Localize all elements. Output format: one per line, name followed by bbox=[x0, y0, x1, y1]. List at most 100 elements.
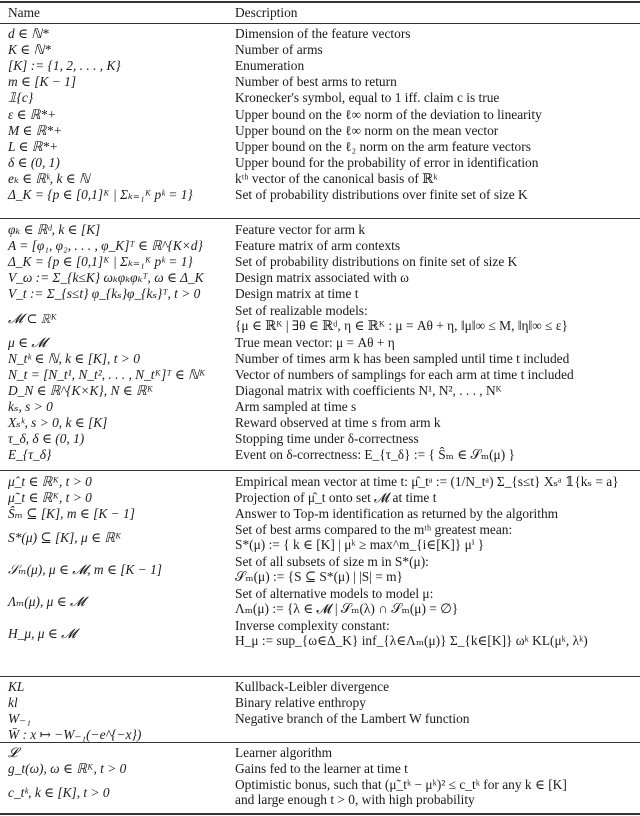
table-row: Λₘ(μ), μ ∈ 𝓜 Set of alternative models to… bbox=[0, 586, 640, 616]
table-row: 𝒮ₘ(μ), μ ∈ 𝓜, m ∈ [K − 1] Set of all subs… bbox=[0, 554, 640, 584]
table-row: W₋₁ Negative branch of the Lambert W func… bbox=[0, 711, 640, 727]
symbol-description: Learner algorithm bbox=[235, 745, 333, 760]
symbol-name: 𝟙{c} bbox=[8, 90, 34, 106]
table-row: eₖ ∈ ℝᵏ, k ∈ ℕ kᵗʰ vector of the canonica… bbox=[0, 171, 640, 187]
symbol-name: 𝓛 bbox=[8, 745, 18, 760]
symbol-name: H_μ, μ ∈ 𝓜 bbox=[8, 626, 77, 642]
symbol-description: Negative branch of the Lambert W functio… bbox=[235, 711, 470, 727]
table-row: ε ∈ ℝ*+ Upper bound on the ℓ∞ norm of the… bbox=[0, 107, 640, 123]
table-row: V_t := Σ_{s≤t} φ_{kₛ}φ_{kₛ}ᵀ, t > 0 Desig… bbox=[0, 286, 640, 302]
symbol-description-formula: and large enough t > 0, with high probab… bbox=[235, 792, 475, 808]
table-row: c_tᵏ, k ∈ [K], t > 0 Optimistic bonus, su… bbox=[0, 777, 640, 807]
symbol-name: τ_δ, δ ∈ (0, 1) bbox=[8, 431, 85, 447]
table-row: D_N ∈ ℝ^{K×K}, N ∈ ℝᴷ Diagonal matrix wit… bbox=[0, 383, 640, 399]
symbol-description: Number of arms bbox=[235, 42, 323, 58]
symbol-name: δ ∈ (0, 1) bbox=[8, 154, 60, 170]
symbol-description: Kronecker's symbol, equal to 1 iff. clai… bbox=[235, 90, 500, 106]
symbol-description: Set of best arms compared to the mᵗʰ gre… bbox=[235, 522, 513, 538]
symbol-description-formula: H_μ := sup_{ω∈Δ_K} inf_{λ∈Λₘ(μ)} Σ_{k∈[K… bbox=[235, 633, 588, 649]
symbol-name: c_tᵏ, k ∈ [K], t > 0 bbox=[8, 785, 110, 801]
symbol-description: Vector of numbers of samplings for each … bbox=[235, 366, 574, 382]
symbol-description: Answer to Top-m identification as return… bbox=[235, 506, 559, 522]
symbol-description: Feature vector for arm k bbox=[235, 222, 366, 237]
symbol-name: Ŝₘ ⊆ [K], m ∈ [K − 1] bbox=[8, 506, 135, 522]
symbol-description: Stopping time under δ-correctness bbox=[235, 431, 419, 447]
symbol-description: Reward observed at time s from arm k bbox=[235, 415, 441, 430]
symbol-name: μ̃_t ∈ ℝᴷ, t > 0 bbox=[8, 490, 92, 506]
symbol-description-formula: Λₘ(μ) := {λ ∈ 𝓜 | 𝒮ₘ(λ) ∩ 𝒮ₘ(μ) = ∅} bbox=[235, 601, 459, 617]
table-row: A = [φ₁, φ₂, . . . , φ_K]ᵀ ∈ ℝ^{K×d} Feat… bbox=[0, 238, 640, 254]
symbol-name: E_{τ_δ} bbox=[8, 447, 52, 463]
header-rule bbox=[0, 23, 640, 24]
symbol-description: Upper bound on the ℓ∞ norm on the mean v… bbox=[235, 122, 499, 138]
table-row: L ∈ ℝ*+ Upper bound on the ℓ₂ norm on the… bbox=[0, 139, 640, 155]
symbol-description: Set of probability distributions on fini… bbox=[235, 254, 518, 270]
section-rule bbox=[0, 742, 640, 743]
table-row: W̄ : x ↦ −W₋₁(−e^{−x}) bbox=[0, 727, 640, 743]
symbol-description: Gains fed to the learner at time t bbox=[235, 761, 408, 777]
symbol-name: V_t := Σ_{s≤t} φ_{kₛ}φ_{kₛ}ᵀ, t > 0 bbox=[8, 286, 201, 302]
table-row: K ∈ ℕ* Number of arms bbox=[0, 42, 640, 58]
table-row: E_{τ_δ} Event on δ-correctness: E_{τ_δ} :… bbox=[0, 447, 640, 463]
table-row: τ_δ, δ ∈ (0, 1) Stopping time under δ-cor… bbox=[0, 431, 640, 447]
symbol-description: Upper bound for the probability of error… bbox=[235, 154, 539, 170]
bottom-rule bbox=[0, 813, 640, 815]
table-row: N_t = [N_t¹, N_t², . . . , N_tᴷ]ᵀ ∈ ℕᴷ Ve… bbox=[0, 367, 640, 383]
table-row: μ̃_t ∈ ℝᴷ, t > 0 Projection of μ̂_t onto … bbox=[0, 490, 640, 506]
symbol-description: Design matrix associated with ω bbox=[235, 270, 409, 286]
table-row: N_tᵏ ∈ ℕ, k ∈ [K], t > 0 Number of times … bbox=[0, 351, 640, 367]
table-row: 𝓜 ⊂ ℝᴷ Set of realizable models: {μ ∈ ℝᴷ |… bbox=[0, 303, 640, 333]
table-row: 𝟙{c} Kronecker's symbol, equal to 1 iff. … bbox=[0, 90, 640, 106]
symbol-name: L ∈ ℝ*+ bbox=[8, 138, 59, 154]
symbol-name: eₖ ∈ ℝᵏ, k ∈ ℕ bbox=[8, 170, 90, 186]
table-row: d ∈ ℕ* Dimension of the feature vectors bbox=[0, 26, 640, 42]
symbol-name: S*(μ) ⊆ [K], μ ∈ ℝᴷ bbox=[8, 530, 122, 546]
symbol-name: φₖ ∈ ℝᵈ, k ∈ [K] bbox=[8, 222, 101, 237]
symbol-description: Set of alternative models to model μ: bbox=[235, 586, 434, 602]
symbol-description: Inverse complexity constant: bbox=[235, 618, 390, 634]
symbol-description: Event on δ-correctness: E_{τ_δ} := { Ŝₘ … bbox=[235, 447, 515, 463]
symbol-name: V_ω := Σ_{k≤K} ωₖφₖφₖᵀ, ω ∈ Δ_K bbox=[8, 270, 204, 286]
symbol-description-formula: {μ ∈ ℝᴷ | ∃θ ∈ ℝᵈ, η ∈ ℝᴷ : μ = Aθ + η, … bbox=[235, 317, 568, 333]
symbol-description: Dimension of the feature vectors bbox=[235, 26, 411, 41]
symbol-description: Design matrix at time t bbox=[235, 286, 359, 302]
table-row: Ŝₘ ⊆ [K], m ∈ [K − 1] Answer to Top-m ide… bbox=[0, 506, 640, 522]
symbol-name: A = [φ₁, φ₂, . . . , φ_K]ᵀ ∈ ℝ^{K×d} bbox=[8, 238, 203, 254]
symbol-name: Λₘ(μ), μ ∈ 𝓜 bbox=[8, 594, 85, 610]
symbol-name: N_t = [N_t¹, N_t², . . . , N_tᴷ]ᵀ ∈ ℕᴷ bbox=[8, 366, 206, 382]
section-rule bbox=[0, 470, 640, 471]
symbol-description: Set of all subsets of size m in S*(μ): bbox=[235, 554, 429, 570]
table-row: m ∈ [K − 1] Number of best arms to return bbox=[0, 74, 640, 90]
symbol-name: N_tᵏ ∈ ℕ, k ∈ [K], t > 0 bbox=[8, 350, 140, 366]
symbol-description: Set of probability distributions over fi… bbox=[235, 187, 528, 202]
symbol-description: Optimistic bonus, such that (μ̃_tᵏ − μᵏ)… bbox=[235, 777, 567, 793]
table-row: [K] := {1, 2, . . . , K} Enumeration bbox=[0, 58, 640, 74]
table-row: KL Kullback-Leibler divergence bbox=[0, 679, 640, 695]
symbol-description: Upper bound on the ℓ₂ norm on the arm fe… bbox=[235, 138, 531, 154]
symbol-description: Kullback-Leibler divergence bbox=[235, 679, 390, 694]
symbol-description: Empirical mean vector at time t: μ̂_tᵃ :… bbox=[235, 474, 619, 489]
table-row: 𝓛 Learner algorithm bbox=[0, 745, 640, 761]
table-row: μ̂_t ∈ ℝᴷ, t > 0 Empirical mean vector at… bbox=[0, 474, 640, 490]
symbol-name: g_t(ω), ω ∈ ℝᴷ, t > 0 bbox=[8, 761, 127, 777]
symbol-name: W̄ : x ↦ −W₋₁(−e^{−x}) bbox=[8, 727, 142, 743]
symbol-description: Upper bound on the ℓ∞ norm of the deviat… bbox=[235, 106, 542, 122]
table-row: Δ_K = {p ∈ [0,1]ᴷ | Σₖ₌₁ᴷ pᵏ = 1} Set of … bbox=[0, 187, 640, 203]
table-row: kₛ, s > 0 Arm sampled at time s bbox=[0, 399, 640, 415]
symbol-name: μ̂_t ∈ ℝᴷ, t > 0 bbox=[8, 474, 92, 489]
symbol-name: D_N ∈ ℝ^{K×K}, N ∈ ℝᴷ bbox=[8, 382, 154, 398]
symbol-name: 𝓜 ⊂ ℝᴷ bbox=[8, 310, 58, 326]
symbol-name: M ∈ ℝ*+ bbox=[8, 122, 63, 138]
table-row: g_t(ω), ω ∈ ℝᴷ, t > 0 Gains fed to the le… bbox=[0, 761, 640, 777]
symbol-name: m ∈ [K − 1] bbox=[8, 74, 77, 90]
symbol-description: kᵗʰ vector of the canonical basis of ℝᵏ bbox=[235, 170, 438, 186]
symbol-description: Enumeration bbox=[235, 58, 305, 74]
symbol-description-formula: 𝒮ₘ(μ) := {S ⊆ S*(μ) | |S| = m} bbox=[235, 569, 403, 585]
top-rule bbox=[0, 1, 640, 3]
table-row: μ ∈ 𝓜 True mean vector: μ = Aθ + η bbox=[0, 335, 640, 351]
table-row: δ ∈ (0, 1) Upper bound for the probabilit… bbox=[0, 155, 640, 171]
symbol-name: KL bbox=[8, 679, 25, 694]
header-description: Description bbox=[235, 5, 298, 20]
symbol-description: Feature matrix of arm contexts bbox=[235, 238, 401, 254]
table-row: Xₛᵏ, s > 0, k ∈ [K] Reward observed at ti… bbox=[0, 415, 640, 431]
